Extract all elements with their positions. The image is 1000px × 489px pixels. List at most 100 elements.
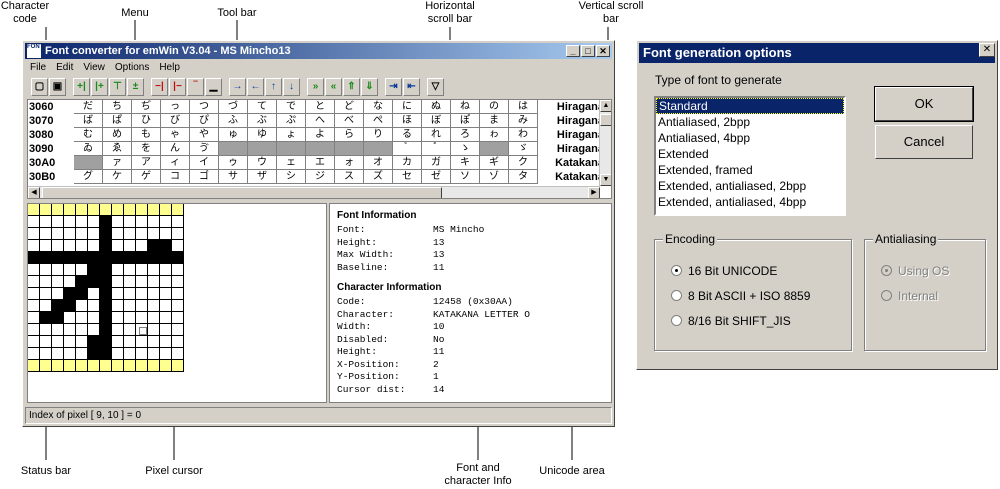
pixel[interactable] [124,204,136,216]
char-cell[interactable]: ゝ [451,142,480,156]
char-cell[interactable]: ィ [161,156,190,170]
vertical-scrollbar[interactable]: ▲ ▼ [599,100,611,186]
pixel[interactable] [160,228,172,240]
pixel[interactable] [76,312,88,324]
char-cell[interactable]: ゔ [190,142,219,156]
font-type-option[interactable]: Extended [656,146,844,162]
pixel[interactable] [112,288,124,300]
char-cell[interactable]: ぬ [422,100,451,114]
pixel[interactable] [100,360,112,372]
char-cell[interactable]: ゾ [480,170,509,184]
char-cell[interactable]: シ [277,170,306,184]
pixel[interactable] [112,312,124,324]
char-cell[interactable]: タ [509,170,538,184]
pixel[interactable] [64,264,76,276]
delete-row-top-icon[interactable]: ‾ [187,78,204,96]
char-cell[interactable]: ォ [335,156,364,170]
grow-down-icon[interactable]: ⇓ [361,78,378,96]
pixel[interactable] [112,348,124,360]
pixel[interactable] [64,228,76,240]
char-cell[interactable]: ア [132,156,161,170]
pixel[interactable] [124,348,136,360]
pixel[interactable] [100,252,112,264]
char-cell[interactable]: に [393,100,422,114]
pixel[interactable] [52,300,64,312]
char-cell[interactable]: べ [335,114,364,128]
pixel[interactable] [160,360,172,372]
pixel[interactable] [172,204,184,216]
char-cell[interactable]: オ [364,156,393,170]
pixel[interactable] [28,240,40,252]
char-cell[interactable]: ぢ [132,100,161,114]
horizontal-scrollbar[interactable]: ◀ ▶ [28,186,600,198]
pixel[interactable] [40,288,52,300]
pixel[interactable] [136,264,148,276]
radio-option[interactable]: 8 Bit ASCII + ISO 8859 [671,289,810,303]
char-cell[interactable]: ゙ [393,142,422,156]
pixel[interactable] [172,324,184,336]
new-icon[interactable]: ▢ [31,78,48,96]
pixel[interactable] [112,264,124,276]
dialog-title[interactable]: Font generation options [639,43,995,63]
char-cell[interactable]: ガ [422,156,451,170]
pixel[interactable] [28,252,40,264]
char-cell[interactable]: ゅ [219,128,248,142]
move-up-icon[interactable]: ↑ [265,78,282,96]
char-cell[interactable]: ケ [103,170,132,184]
pixel[interactable] [136,240,148,252]
radio-button-icon[interactable] [671,265,682,276]
pixel[interactable] [40,252,52,264]
char-cell[interactable]: エ [306,156,335,170]
pixel[interactable] [88,228,100,240]
char-cell[interactable]: は [509,100,538,114]
char-cell[interactable]: び [161,114,190,128]
pixel[interactable] [52,252,64,264]
font-type-option[interactable]: Extended, antialiased, 2bpp [656,178,844,194]
pixel[interactable] [172,228,184,240]
menu-options[interactable]: Options [110,60,154,75]
pixel[interactable] [160,240,172,252]
ok-button[interactable]: OK [874,86,974,122]
char-cell[interactable]: ぱ [103,114,132,128]
pixel[interactable] [28,312,40,324]
pixel[interactable] [136,276,148,288]
pixel[interactable] [76,348,88,360]
pixel[interactable] [88,240,100,252]
char-cell[interactable]: ァ [103,156,132,170]
char-cell[interactable]: ゃ [161,128,190,142]
radio-option[interactable]: 16 Bit UNICODE [671,264,777,278]
pixel[interactable] [64,288,76,300]
pixel[interactable] [172,312,184,324]
pixel-cursor[interactable] [139,327,147,335]
pixel[interactable] [136,348,148,360]
pixel[interactable] [100,228,112,240]
vertical-scroll-thumb[interactable] [600,114,611,126]
char-cell[interactable]: ゲ [132,170,161,184]
font-type-option[interactable]: Standard [656,98,844,114]
pixel[interactable] [52,360,64,372]
pixel[interactable] [112,300,124,312]
pixel[interactable] [148,252,160,264]
char-cell[interactable]: れ [422,128,451,142]
char-cell[interactable]: ギ [480,156,509,170]
pixel[interactable] [76,264,88,276]
menu-file[interactable]: File [25,60,51,75]
pixel[interactable] [64,276,76,288]
pixel[interactable] [172,240,184,252]
radio-button-icon[interactable] [671,315,682,326]
char-cell[interactable]: ょ [277,128,306,142]
char-cell[interactable]: や [190,128,219,142]
pixel[interactable] [100,264,112,276]
pixel[interactable] [64,252,76,264]
pixel-grid[interactable] [28,204,184,372]
dialog-close-icon[interactable]: ✕ [979,43,995,57]
pixel[interactable] [28,360,40,372]
pixel[interactable] [52,216,64,228]
char-cell[interactable]: ウ [248,156,277,170]
pixel[interactable] [76,228,88,240]
char-cell[interactable]: ソ [451,170,480,184]
pixel[interactable] [100,240,112,252]
pixel[interactable] [112,336,124,348]
radio-button-icon[interactable] [671,290,682,301]
move-down-icon[interactable]: ↓ [283,78,300,96]
